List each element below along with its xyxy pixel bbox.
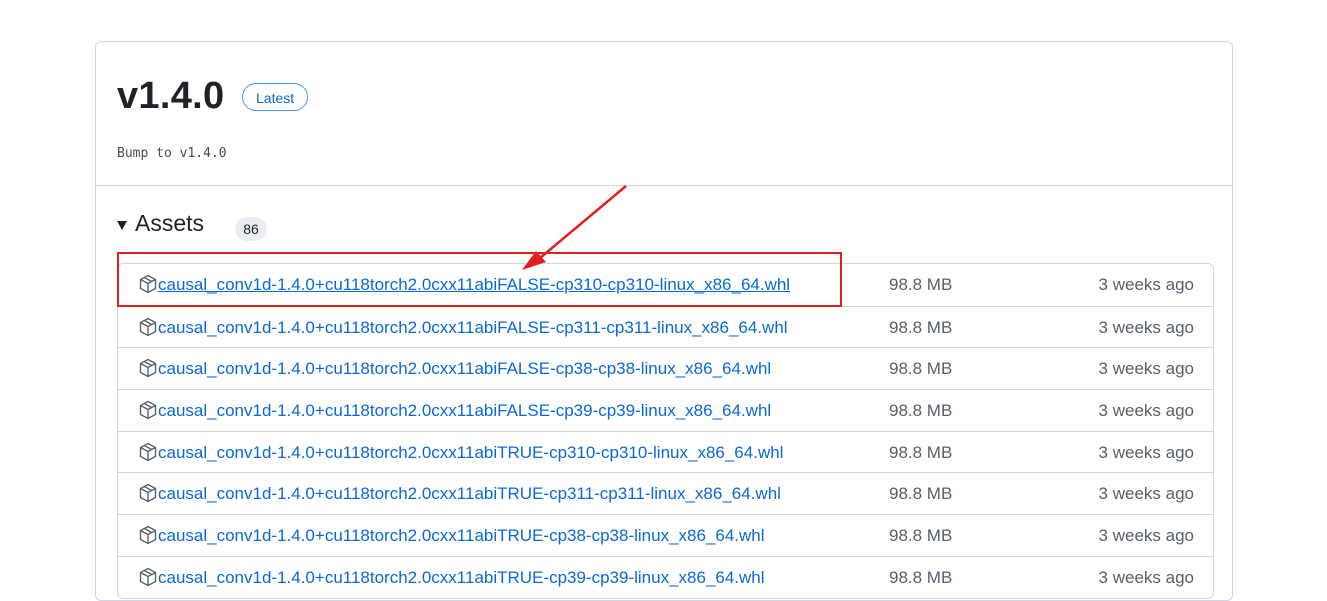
release-header: v1.4.0 Latest Bump to v1.4.0: [96, 42, 1232, 186]
assets-toggle[interactable]: Assets: [117, 210, 204, 237]
asset-size: 98.8 MB: [889, 484, 953, 504]
asset-size: 98.8 MB: [889, 317, 953, 337]
asset-date: 3 weeks ago: [1098, 275, 1194, 294]
release-notes: Bump to v1.4.0: [117, 146, 227, 161]
asset-row: causal_conv1d-1.4.0+cu118torch2.0cxx11ab…: [118, 472, 1213, 514]
asset-row: causal_conv1d-1.4.0+cu118torch2.0cxx11ab…: [118, 514, 1213, 556]
asset-download-link[interactable]: causal_conv1d-1.4.0+cu118torch2.0cxx11ab…: [158, 401, 771, 421]
asset-date: 3 weeks ago: [1098, 526, 1194, 546]
asset-date: 3 weeks ago: [1098, 484, 1194, 504]
asset-size: 98.8 MB: [889, 359, 953, 379]
asset-size: 98.8 MB: [889, 401, 953, 421]
asset-date: 3 weeks ago: [1098, 401, 1194, 421]
asset-download-link[interactable]: causal_conv1d-1.4.0+cu118torch2.0cxx11ab…: [158, 359, 771, 379]
asset-date: 3 weeks ago: [1098, 359, 1194, 379]
package-icon: [139, 484, 157, 503]
package-icon: [139, 359, 157, 378]
asset-date: 3 weeks ago: [1098, 442, 1194, 462]
asset-row: causal_conv1d-1.4.0+cu118torch2.0cxx11ab…: [118, 430, 1213, 473]
caret-down-icon: [117, 221, 127, 230]
asset-date: 3 weeks ago: [1098, 567, 1194, 587]
asset-row: causal_conv1d-1.4.0+cu118torch2.0cxx11ab…: [118, 305, 1213, 348]
package-icon: [139, 317, 157, 336]
latest-badge: Latest: [242, 83, 309, 111]
asset-row: causal_conv1d-1.4.0+cu118torch2.0cxx11ab…: [118, 389, 1213, 431]
package-icon: [139, 567, 157, 587]
package-icon: [139, 525, 157, 545]
asset-size: 98.8 MB: [889, 526, 953, 546]
asset-download-link[interactable]: causal_conv1d-1.4.0+cu118torch2.0cxx11ab…: [158, 568, 765, 588]
package-icon: [139, 400, 157, 420]
asset-download-link[interactable]: causal_conv1d-1.4.0+cu118torch2.0cxx11ab…: [158, 318, 788, 338]
asset-size: 98.8 MB: [889, 442, 953, 462]
asset-download-link[interactable]: causal_conv1d-1.4.0+cu118torch2.0cxx11ab…: [158, 526, 765, 546]
asset-row: causal_conv1d-1.4.0+cu118torch2.0cxx11ab…: [118, 347, 1213, 389]
asset-row: causal_conv1d-1.4.0+cu118torch2.0cxx11ab…: [118, 555, 1213, 598]
release-title[interactable]: v1.4.0: [117, 72, 224, 120]
asset-download-link[interactable]: causal_conv1d-1.4.0+cu118torch2.0cxx11ab…: [158, 484, 781, 504]
asset-size: 98.8 MB: [889, 275, 953, 294]
assets-label: Assets: [135, 210, 205, 236]
assets-list: causal_conv1d-1.4.0+cu118torch2.0cxx11ab…: [117, 263, 1214, 599]
release-card: v1.4.0 Latest Bump to v1.4.0 Assets 86 c…: [95, 41, 1233, 601]
assets-count-badge: 86: [235, 217, 267, 241]
asset-date: 3 weeks ago: [1098, 317, 1194, 337]
package-icon: [139, 442, 157, 462]
asset-download-link[interactable]: causal_conv1d-1.4.0+cu118torch2.0cxx11ab…: [158, 443, 783, 463]
annotation-highlight-box: [117, 252, 842, 307]
asset-size: 98.8 MB: [889, 567, 953, 587]
